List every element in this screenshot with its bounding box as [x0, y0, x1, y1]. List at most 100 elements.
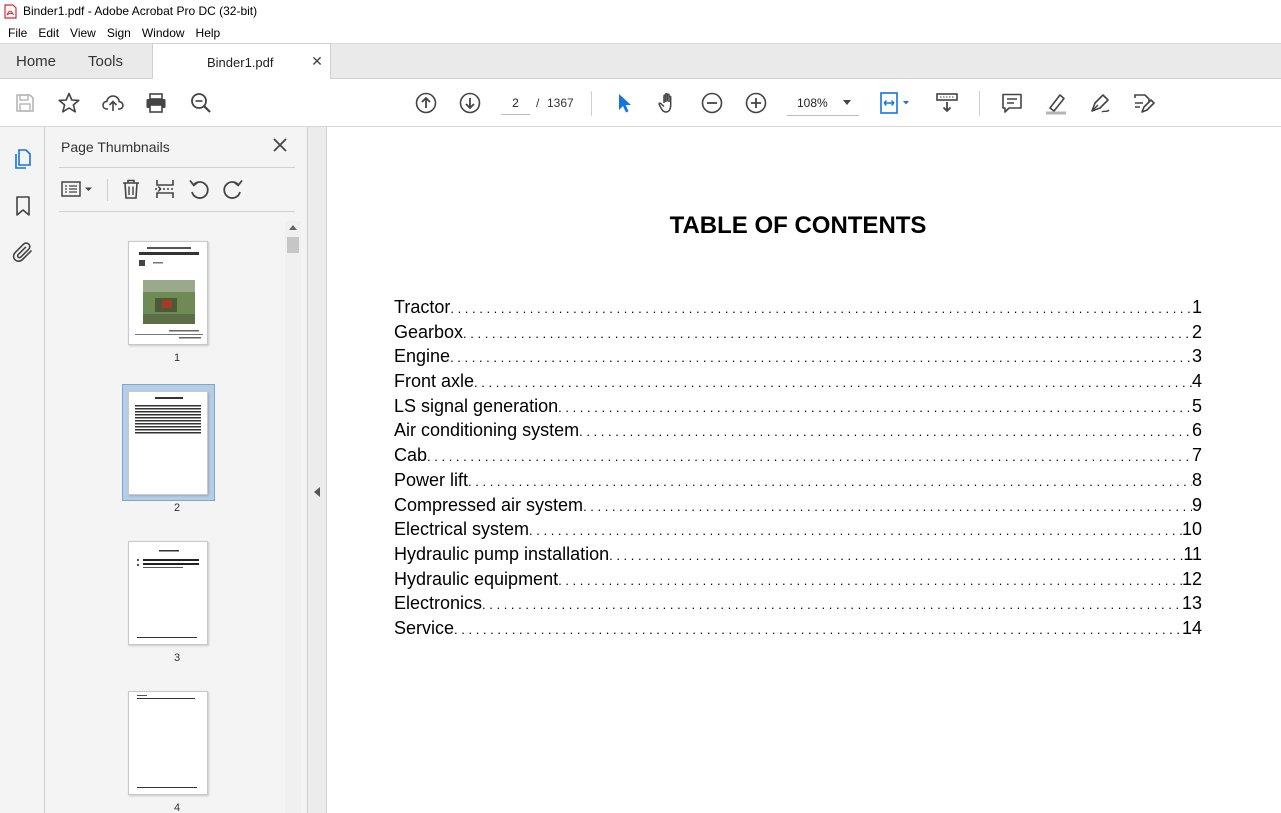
page-thumbnail-1[interactable] — [128, 241, 208, 345]
collapse-panel-arrow-icon[interactable] — [314, 487, 320, 497]
thumbnail-label-2: 2 — [173, 502, 181, 514]
page-thumbnail-3[interactable] — [128, 541, 208, 645]
tab-home[interactable]: Home — [16, 44, 56, 79]
menu-edit[interactable]: Edit — [33, 26, 64, 40]
page-thumbnail-2[interactable] — [128, 391, 208, 495]
scroll-mode-icon[interactable] — [935, 91, 959, 115]
menu-sign[interactable]: Sign — [102, 26, 136, 40]
toc-entry[interactable]: LS signal generation 5 — [394, 396, 1202, 421]
acrobat-window: Binder1.pdf - Adobe Acrobat Pro DC (32-b… — [0, 0, 1281, 813]
page-thumbnails-icon[interactable] — [11, 147, 35, 171]
page-number-input[interactable] — [501, 91, 530, 115]
toc-entry[interactable]: Service 14 — [394, 618, 1202, 643]
print-icon[interactable] — [144, 91, 168, 115]
options-menu-icon[interactable] — [60, 177, 96, 201]
toc-entry[interactable]: Front axle 4 — [394, 371, 1202, 396]
close-icon[interactable] — [272, 137, 288, 153]
tab-document[interactable]: Binder1.pdf ✕ — [152, 43, 331, 80]
toc-entry[interactable]: Compressed air system 9 — [394, 495, 1202, 520]
thumbnail-scrollbar[interactable] — [285, 221, 301, 813]
toc-entry[interactable]: Power lift 8 — [394, 470, 1202, 495]
toc-entry[interactable]: Gearbox 2 — [394, 322, 1202, 347]
insert-pages-icon[interactable] — [153, 177, 177, 201]
thumbnail-list: 1 2 3 4 — [59, 221, 286, 813]
toc-entry[interactable]: Air conditioning system 6 — [394, 420, 1202, 445]
upload-cloud-icon[interactable] — [101, 91, 125, 115]
pdf-file-icon — [4, 3, 17, 19]
fit-page-icon[interactable] — [879, 91, 911, 115]
delete-trash-icon[interactable] — [119, 177, 143, 201]
menu-window[interactable]: Window — [137, 26, 190, 40]
star-icon[interactable] — [57, 91, 81, 115]
page-thumbnail-4[interactable] — [128, 691, 208, 795]
toc-entry[interactable]: Engine 3 — [394, 346, 1202, 371]
rotate-clockwise-icon[interactable] — [221, 177, 245, 201]
toc-entry-title: Cab — [394, 445, 428, 466]
thumbnail-label-3: 3 — [173, 652, 181, 664]
page-separator: / — [536, 96, 540, 110]
previous-page-icon[interactable] — [414, 91, 438, 115]
toc-entry-title: LS signal generation — [394, 395, 559, 416]
toc-dot-leader — [579, 424, 1192, 439]
hand-tool-icon[interactable] — [656, 91, 680, 115]
bookmark-icon[interactable] — [11, 194, 35, 218]
draw-pen-icon[interactable] — [1088, 91, 1112, 115]
toc-entry[interactable]: Hydraulic pump installation 11 — [394, 544, 1202, 569]
rotate-counterclockwise-icon[interactable] — [187, 177, 211, 201]
title-bar: Binder1.pdf - Adobe Acrobat Pro DC (32-b… — [0, 0, 1281, 22]
scroll-thumb[interactable] — [287, 237, 299, 253]
fill-sign-icon[interactable] — [1132, 91, 1156, 115]
toc-dot-leader — [583, 499, 1192, 514]
panel-toolbar-separator — [107, 179, 108, 201]
toc-entry-page: 12 — [1181, 568, 1202, 589]
document-view[interactable]: TABLE OF CONTENTS Tractor 1 Gearbox 2 Engine… — [328, 127, 1281, 813]
toc-dot-leader — [427, 449, 1192, 464]
thumbnails-panel: Page Thumbnails 1 2 3 4 — [45, 127, 307, 813]
scroll-up-arrow-icon[interactable] — [289, 225, 297, 230]
next-page-icon[interactable] — [458, 91, 482, 115]
toc-entry[interactable]: Cab 7 — [394, 445, 1202, 470]
toc-entry[interactable]: Electronics 13 — [394, 593, 1202, 618]
menu-file[interactable]: File — [3, 26, 32, 40]
menu-bar: File Edit View Sign Window Help — [0, 22, 1281, 43]
toc-dot-leader — [482, 597, 1182, 612]
zoom-search-icon[interactable] — [189, 91, 213, 115]
toc-entry-title: Gearbox — [394, 321, 464, 342]
panel-splitter[interactable] — [307, 127, 327, 813]
toc-entry-title: Electronics — [394, 593, 483, 614]
highlight-pen-icon[interactable] — [1044, 91, 1068, 115]
toc-entry-page: 8 — [1191, 469, 1202, 490]
select-arrow-icon[interactable] — [612, 91, 636, 115]
attachment-paperclip-icon[interactable] — [11, 240, 35, 264]
toc-entry[interactable]: Electrical system 10 — [394, 519, 1202, 544]
menu-view[interactable]: View — [65, 26, 101, 40]
tab-tools[interactable]: Tools — [88, 44, 123, 79]
toc-entry-title: Service — [394, 617, 455, 638]
toc-entry[interactable]: Tractor 1 — [394, 297, 1202, 322]
zoom-dropdown[interactable]: 108% — [787, 90, 859, 116]
toc-entry-title: Air conditioning system — [394, 420, 580, 441]
toc-entry[interactable]: Hydraulic equipment 12 — [394, 569, 1202, 594]
page-preview-section — [137, 550, 199, 638]
toc-dot-leader — [558, 573, 1182, 588]
toc-dot-leader — [463, 326, 1192, 341]
save-icon[interactable] — [13, 91, 37, 115]
page-preview-toc — [135, 397, 201, 434]
toc-entry-page: 2 — [1191, 321, 1202, 342]
menu-help[interactable]: Help — [191, 26, 226, 40]
close-tab-icon[interactable]: ✕ — [311, 54, 323, 68]
toc-entry-page: 1 — [1191, 297, 1202, 317]
toc-entry-title: Hydraulic pump installation — [394, 543, 610, 564]
zoom-value: 108% — [797, 96, 828, 110]
zoom-in-icon[interactable] — [744, 91, 768, 115]
toc-entry-title: Hydraulic equipment — [394, 568, 559, 589]
main-toolbar — [0, 79, 1281, 127]
toc-entry-title: Tractor — [394, 297, 451, 317]
page-preview-cover — [135, 247, 203, 339]
toc-dot-leader — [609, 548, 1183, 563]
toc-entry-title: Front axle — [394, 371, 475, 392]
zoom-out-icon[interactable] — [700, 91, 724, 115]
comment-icon[interactable] — [1000, 91, 1024, 115]
toc-entry-page: 3 — [1191, 346, 1202, 367]
thumbnail-label-4: 4 — [173, 802, 181, 813]
